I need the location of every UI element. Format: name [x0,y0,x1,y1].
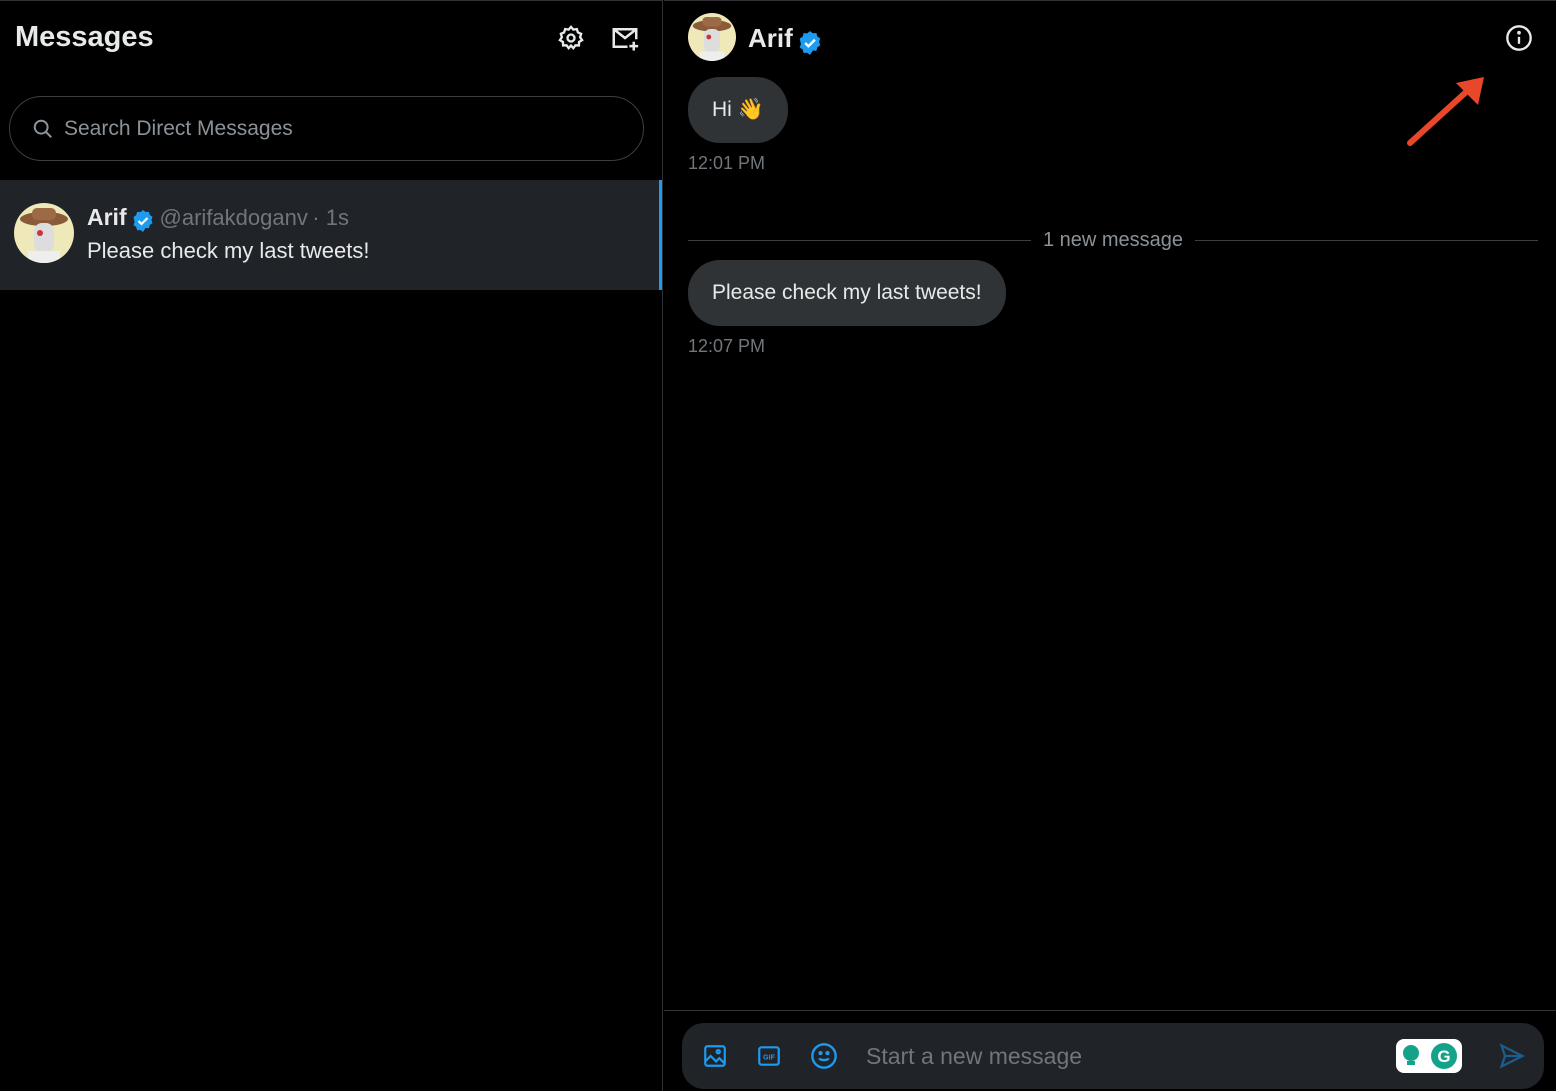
settings-button[interactable] [555,22,587,54]
message-time: 12:07 PM [688,336,766,356]
chat-contact-name[interactable]: Arif [748,23,793,53]
message-composer: GIF Start a new message G [682,1023,1544,1089]
message-time: 12:01 PM [688,153,766,173]
chat-panel: Arif [664,0,1556,1091]
message-bubble: Hi 👋 [688,77,788,143]
svg-text:GIF: GIF [763,1054,775,1061]
message-preview: Please check my last tweets! [87,238,370,263]
conversation-info-button[interactable] [1503,22,1535,54]
verified-badge-icon [799,30,821,55]
grammarly-widget[interactable]: G [1396,1039,1462,1073]
conversation-list-panel: Messages Search Direct Messages Arif @ar… [0,0,663,1091]
new-message-button[interactable] [609,22,641,54]
image-icon[interactable] [702,1043,728,1069]
search-icon [33,119,52,138]
mail-plus-icon [612,28,639,51]
message-bubble: Please check my last tweets! [688,260,1006,326]
composer-area: GIF Start a new message G [664,1010,1556,1091]
lightbulb-icon [1402,1045,1419,1065]
message-input[interactable]: Start a new message [866,1043,1396,1070]
gear-icon [558,25,584,50]
avatar [14,203,74,263]
info-icon [1506,25,1532,51]
contact-handle: @arifakdoganv [159,205,308,230]
divider-label: 1 new message [1042,229,1184,251]
emoji-icon[interactable] [810,1042,838,1070]
grammarly-icon: G [1430,1043,1457,1069]
svg-text:G: G [1437,1047,1450,1066]
annotation-arrow-icon [1407,77,1484,146]
chat-avatar[interactable] [688,13,736,61]
search-placeholder: Search Direct Messages [64,116,293,140]
search-input[interactable]: Search Direct Messages [9,96,644,161]
verified-badge-icon [133,209,153,232]
contact-name: Arif [87,204,127,230]
gif-icon[interactable]: GIF [756,1043,782,1069]
message-age: · 1s [312,205,349,230]
send-icon[interactable] [1498,1042,1526,1070]
page-title: Messages [15,21,154,53]
new-message-divider: 1 new message [688,229,1539,252]
conversation-item[interactable]: Arif @arifakdoganv · 1s Please check my … [0,180,662,290]
